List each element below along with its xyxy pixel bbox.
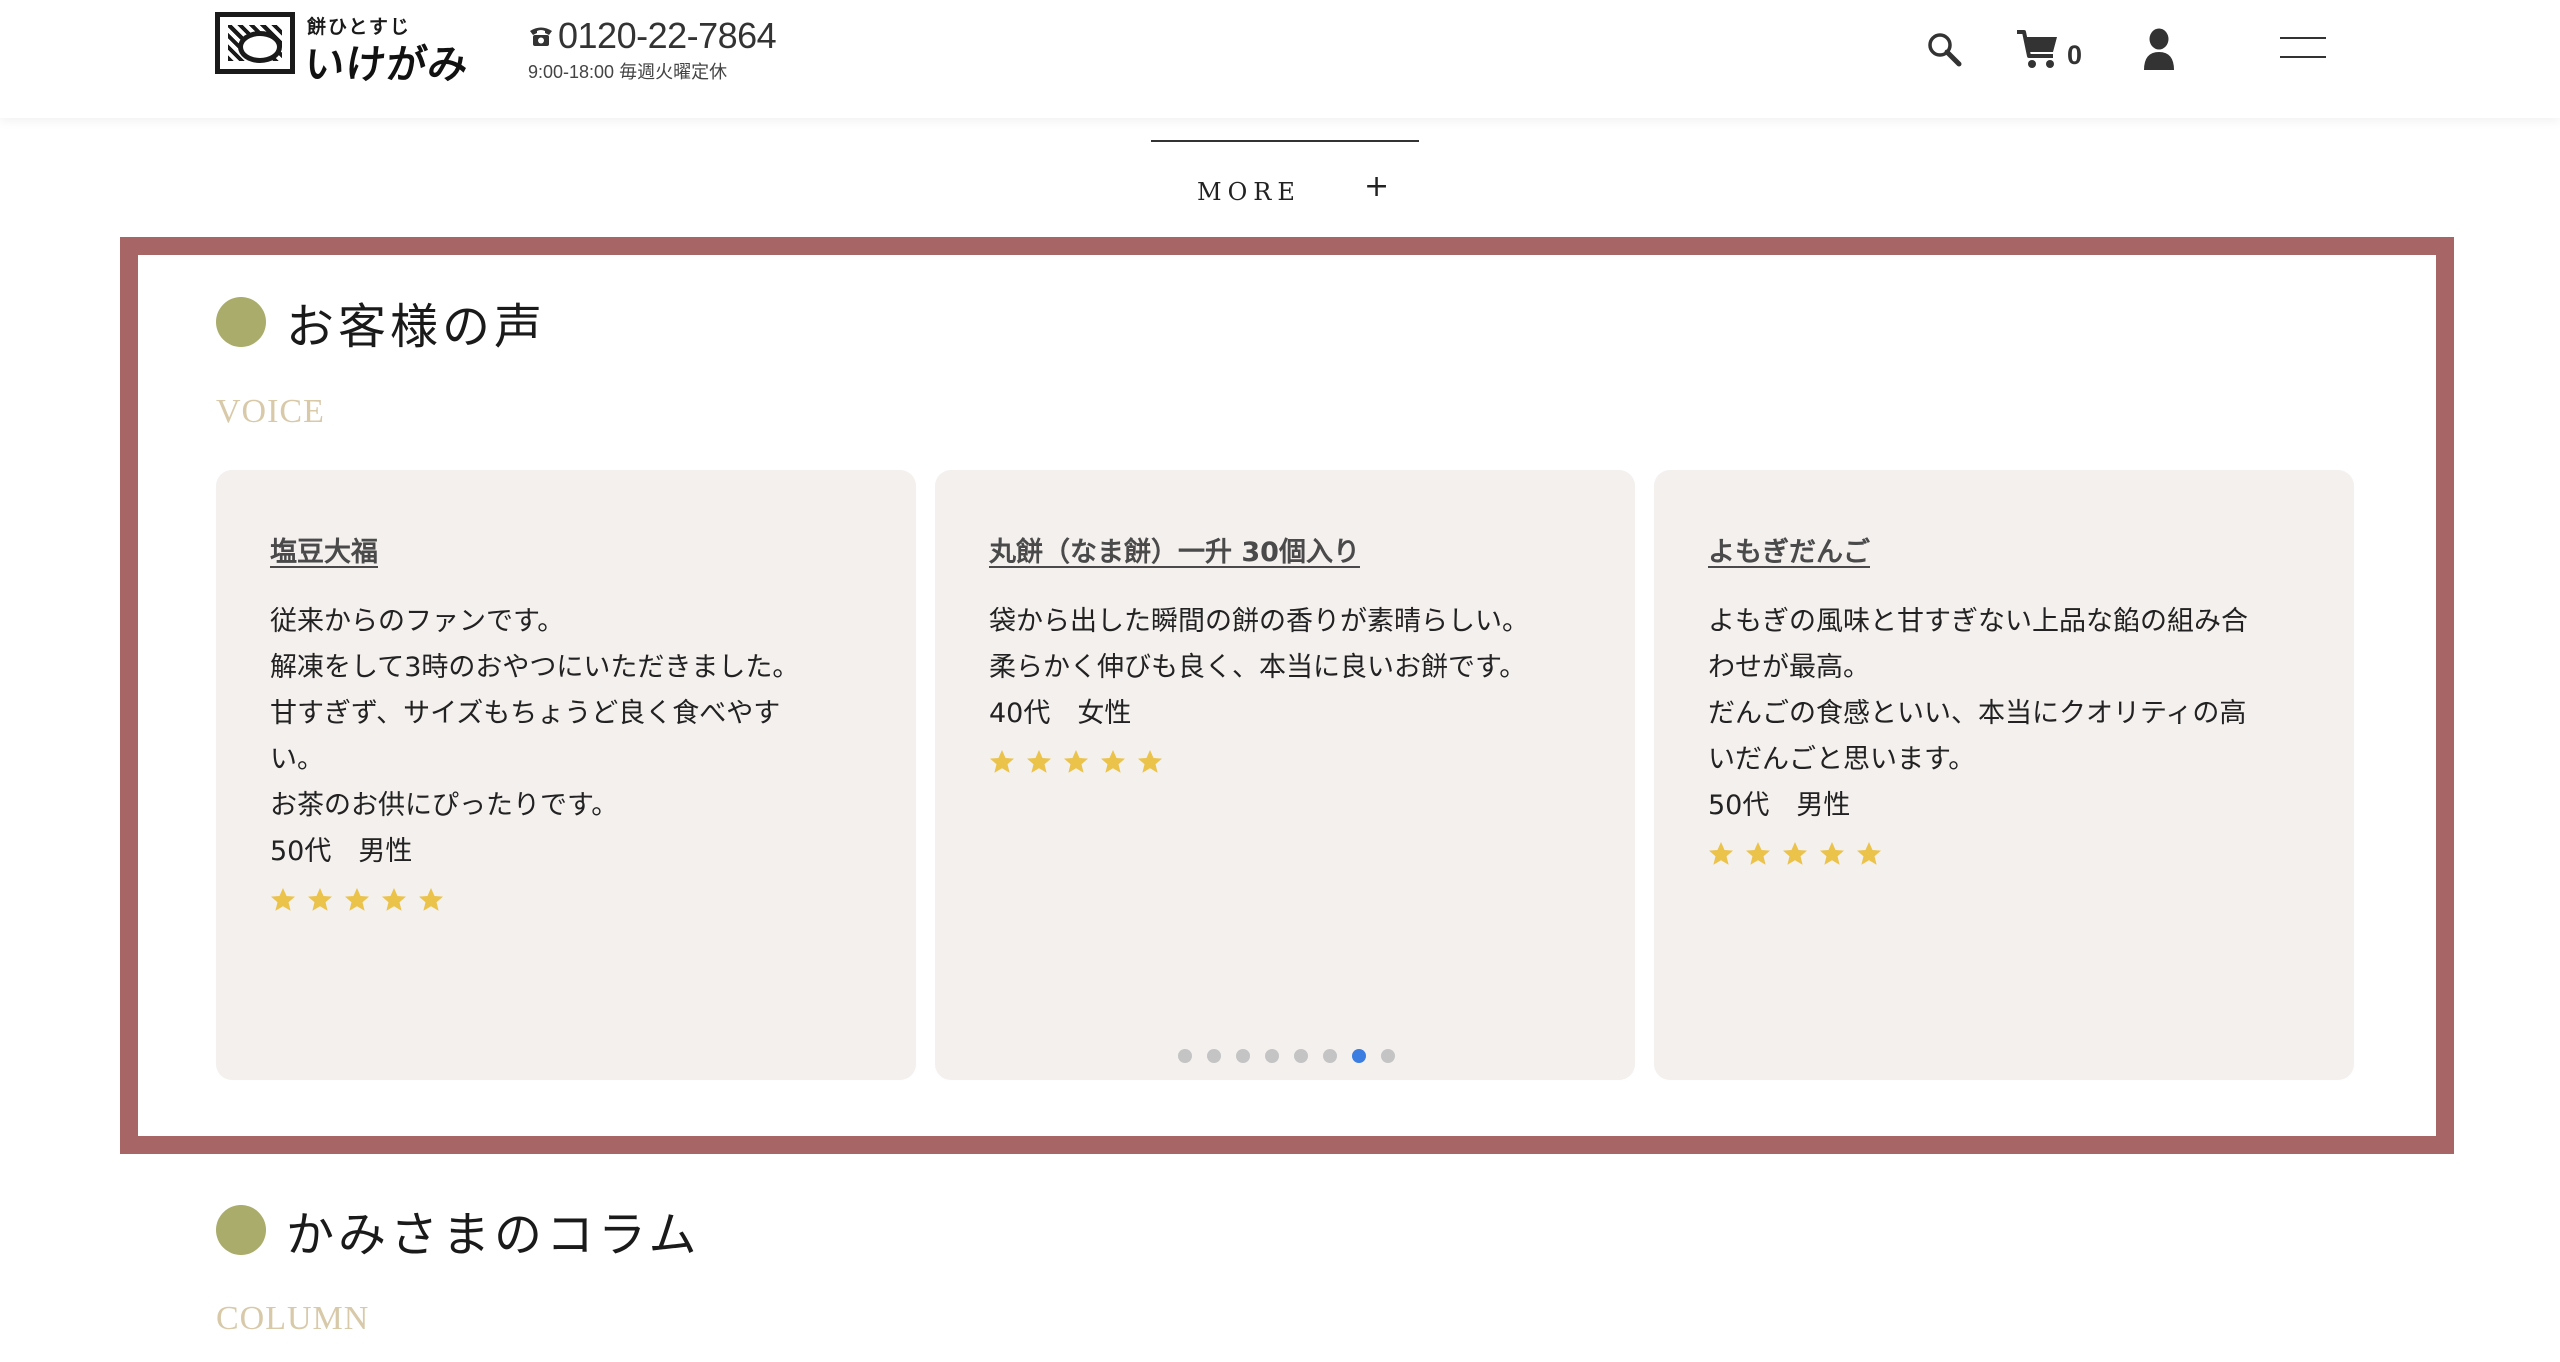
review-text-line: よもぎの風味と甘すぎない上品な餡の組み合 xyxy=(1708,606,2248,637)
star-icon xyxy=(1027,750,1051,773)
pagination-dot[interactable] xyxy=(1381,1049,1395,1063)
star-rating xyxy=(1708,841,2304,867)
voice-subtitle: VOICE xyxy=(216,393,325,430)
review-text-line: 解凍をして3時のおやつにいただきました。 xyxy=(270,652,800,683)
review-card: よもぎだんご よもぎの風味と甘すぎない上品な餡の組み合 わせが最高。 だんごの食… xyxy=(1654,470,2354,1080)
star-icon xyxy=(1064,750,1088,773)
star-icon xyxy=(1101,750,1125,773)
logo-wordmark: いけがみ xyxy=(302,41,472,88)
review-text-line: わせが最高。 xyxy=(1708,652,1870,683)
cart-button[interactable]: 0 xyxy=(2015,28,2085,74)
user-icon xyxy=(2144,28,2174,70)
cart-count: 0 xyxy=(2067,40,2083,70)
cart-icon xyxy=(2017,30,2057,68)
heading-dot-icon xyxy=(216,1205,266,1255)
review-text-line: 柔らかく伸びも良く、本当に良いお餅です。 xyxy=(989,652,1527,683)
star-icon xyxy=(1709,842,1733,865)
more-button[interactable]: MORE + xyxy=(1151,140,1419,212)
star-icon xyxy=(1857,842,1881,865)
reviewer-info: 50代 男性 xyxy=(1708,790,1851,821)
review-product-link[interactable]: 丸餅（なま餅）一升 30個入り xyxy=(989,530,1360,569)
phone-number[interactable]: 0120-22-7864 xyxy=(558,15,777,57)
column-subtitle: COLUMN xyxy=(216,1300,370,1337)
voice-heading: お客様の声 xyxy=(216,287,546,357)
review-text-line: 従来からのファンです。 xyxy=(270,606,565,637)
column-title: かみさまのコラム xyxy=(286,1207,701,1263)
review-product-link[interactable]: よもぎだんご xyxy=(1708,530,1870,569)
pagination-dot[interactable] xyxy=(1178,1049,1192,1063)
review-text-line: いだんごと思います。 xyxy=(1708,744,1976,775)
review-text-line: 甘すぎず、サイズもちょうど良く食べやす xyxy=(270,698,781,729)
reviewer-info: 50代 男性 xyxy=(270,836,413,867)
heading-dot-icon xyxy=(216,297,266,347)
search-button[interactable] xyxy=(1925,30,1965,70)
review-text-line: い。 xyxy=(270,744,324,775)
review-text-line: だんごの食感といい、本当にクオリティの高 xyxy=(1708,698,2247,729)
reviewer-info: 40代 女性 xyxy=(989,698,1132,729)
account-button[interactable] xyxy=(2143,28,2175,72)
voice-title: お客様の声 xyxy=(286,299,547,355)
site-logo[interactable]: 餅ひとすじ いけがみ xyxy=(215,12,505,88)
star-icon xyxy=(419,888,443,911)
phone-icon xyxy=(530,27,552,46)
more-label: MORE xyxy=(1197,178,1301,206)
column-heading: かみさまのコラム xyxy=(216,1195,701,1265)
star-icon xyxy=(1138,750,1162,773)
review-text-line: お茶のお供にぴったりです。 xyxy=(270,790,619,821)
review-card: 塩豆大福 従来からのファンです。 解凍をして3時のおやつにいただきました。 甘す… xyxy=(216,470,916,1080)
pagination-dot[interactable] xyxy=(1294,1049,1308,1063)
pagination-dot[interactable] xyxy=(1323,1049,1337,1063)
star-icon xyxy=(308,888,332,911)
star-icon xyxy=(345,888,369,911)
pagination-dot[interactable] xyxy=(1352,1049,1366,1063)
carousel-pagination xyxy=(1178,1049,1395,1063)
phone-contact: 0120-22-7864 9:00-18:00 毎週火曜定休 xyxy=(528,15,777,84)
star-icon xyxy=(271,888,295,911)
star-rating xyxy=(989,749,1585,775)
search-icon xyxy=(1928,33,1962,67)
plus-icon: + xyxy=(1364,169,1390,204)
star-icon xyxy=(382,888,406,911)
business-hours: 9:00-18:00 毎週火曜定休 xyxy=(528,62,728,82)
star-icon xyxy=(1783,842,1807,865)
pagination-dot[interactable] xyxy=(1207,1049,1221,1063)
pagination-dot[interactable] xyxy=(1236,1049,1250,1063)
pagination-dot[interactable] xyxy=(1265,1049,1279,1063)
logo-emblem-icon xyxy=(215,12,295,74)
review-product-link[interactable]: 塩豆大福 xyxy=(270,530,378,569)
review-card: 丸餅（なま餅）一升 30個入り 袋から出した瞬間の餅の香りが素晴らしい。 柔らか… xyxy=(935,470,1635,1080)
star-icon xyxy=(1820,842,1844,865)
star-rating xyxy=(270,887,866,913)
star-icon xyxy=(1746,842,1770,865)
review-text-line: 袋から出した瞬間の餅の香りが素晴らしい。 xyxy=(989,606,1529,637)
star-icon xyxy=(990,750,1014,773)
hamburger-menu-button[interactable] xyxy=(2280,34,2328,64)
site-header: 餅ひとすじ いけがみ 0120-22-7864 9:00-18:00 毎週火曜定… xyxy=(0,0,2560,118)
